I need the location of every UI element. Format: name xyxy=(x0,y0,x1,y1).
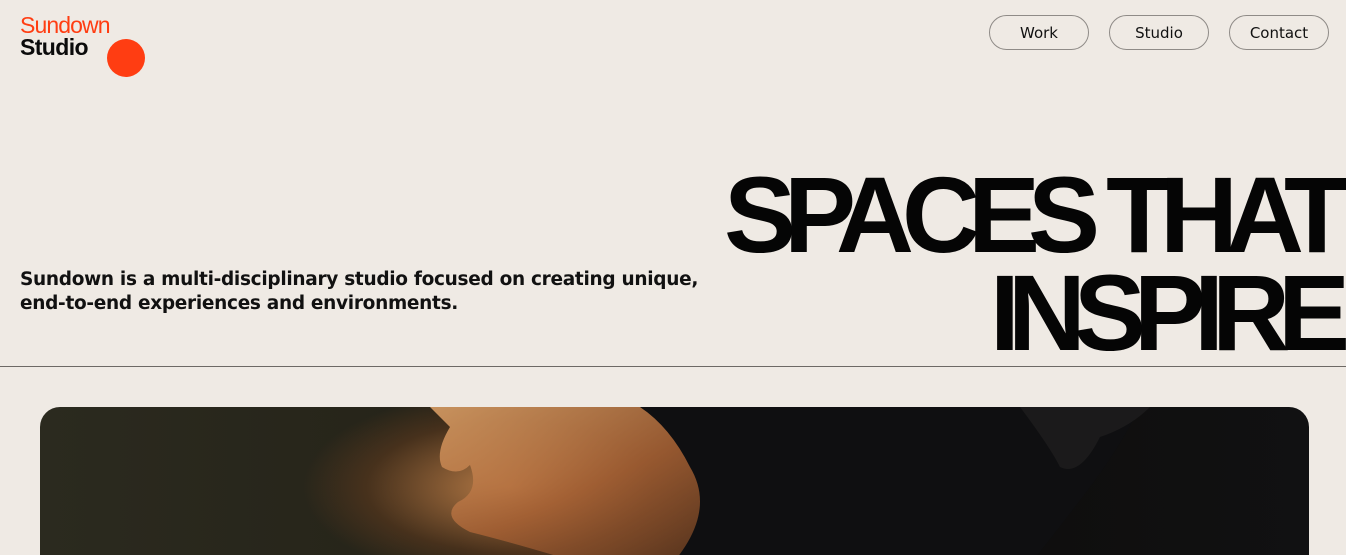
divider xyxy=(0,366,1346,367)
page-headline: SPACES THAT INSPIRE xyxy=(723,154,1346,373)
nav-contact-button[interactable]: Contact xyxy=(1229,15,1329,50)
logo-line-2: Studio xyxy=(20,34,89,60)
logo[interactable]: Sundown Studio xyxy=(20,14,145,77)
main-nav: Work Studio Contact xyxy=(989,15,1329,50)
face-profile-photo xyxy=(430,407,1150,555)
headline-line-1: SPACES THAT xyxy=(723,154,1346,275)
nav-work-button[interactable]: Work xyxy=(989,15,1089,50)
intro-text: Sundown is a multi-disciplinary studio f… xyxy=(20,269,699,314)
sun-logo-icon xyxy=(107,39,145,77)
headline-line-2: INSPIRE xyxy=(989,252,1346,373)
nav-studio-button[interactable]: Studio xyxy=(1109,15,1209,50)
hero-image xyxy=(40,407,1309,555)
